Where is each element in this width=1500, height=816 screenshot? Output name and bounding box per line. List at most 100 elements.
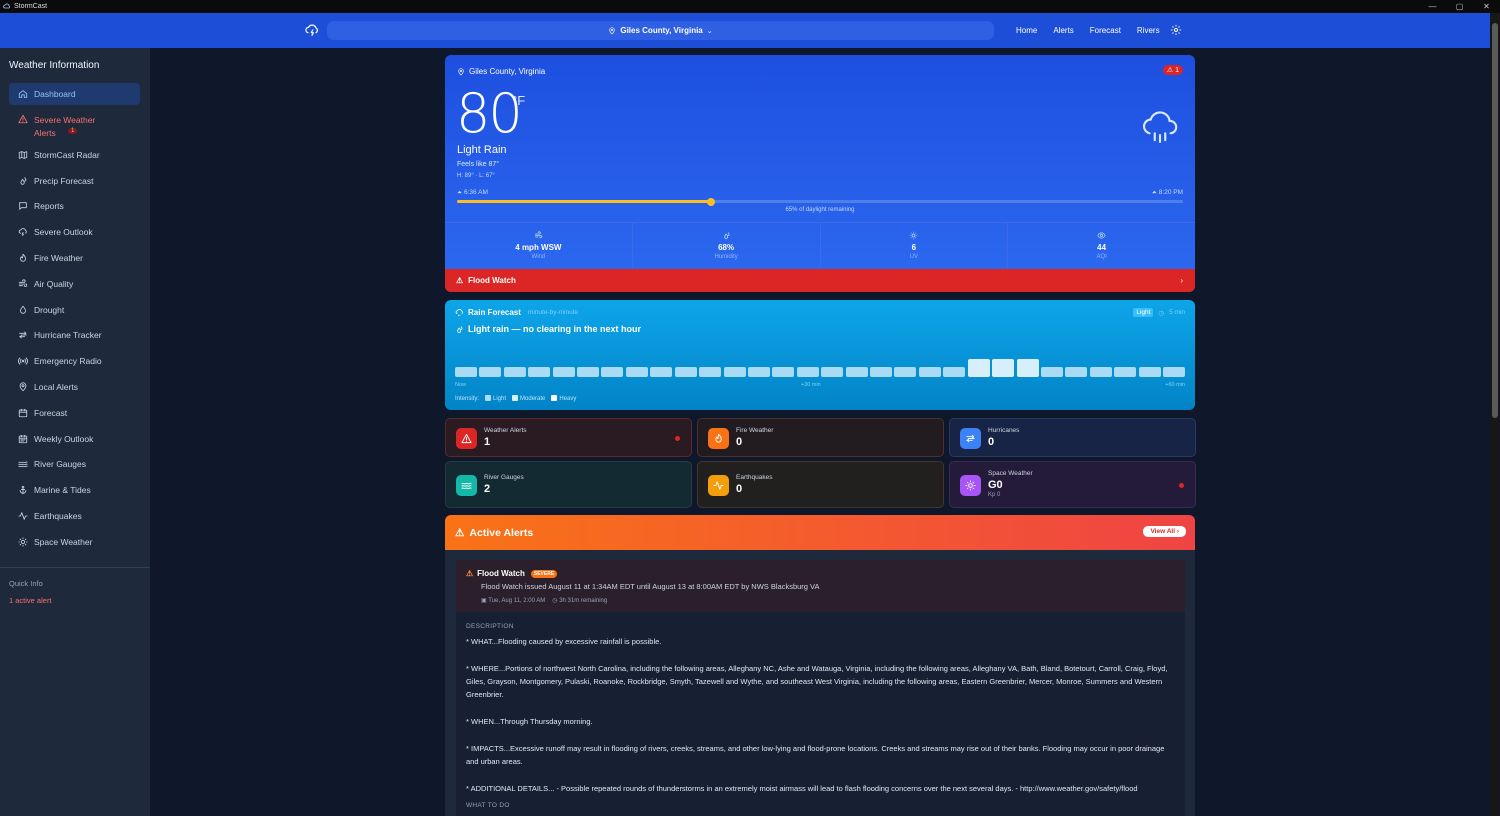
flame-icon: [20, 253, 26, 262]
main-content: Giles County, Virginia ⚠ 1 80 °F Light R…: [150, 48, 1490, 816]
sidebar-item-label: Weekly Outlook: [34, 433, 94, 444]
stat-humidity-label: Humidity: [714, 254, 738, 260]
sidebar-item-drought[interactable]: Drought: [9, 297, 140, 323]
rain-bar: [528, 367, 551, 377]
status-dot: [675, 435, 680, 441]
sidebar-item-label: River Gauges: [34, 459, 86, 470]
rain-bar: [1138, 367, 1161, 377]
vertical-scrollbar[interactable]: [1490, 13, 1500, 816]
sidebar-item-emergency-radio[interactable]: Emergency Radio: [9, 348, 140, 374]
sidebar-item-label: Fire Weather: [34, 253, 83, 264]
nav-home[interactable]: Home: [1008, 26, 1045, 35]
card-river-gauges[interactable]: River Gauges 2: [445, 461, 692, 508]
scrollbar-thumb[interactable]: [1492, 23, 1498, 418]
warning-icon: ⚠: [456, 276, 464, 285]
legend-moderate: Moderate: [512, 395, 545, 402]
nav-alerts[interactable]: Alerts: [1045, 26, 1081, 35]
daylight-progress: [457, 197, 1183, 206]
desc-impacts: * IMPACTS...Excessive runoff may result …: [466, 743, 1165, 766]
sidebar-item-air-quality[interactable]: Air Quality: [9, 271, 140, 297]
calendar-week-icon: [18, 434, 28, 443]
card-title: Weather Alerts: [484, 427, 527, 434]
app-logo-icon: [3, 3, 11, 8]
rain-bar: [870, 367, 893, 377]
flood-watch-alert[interactable]: ⚠ Flood Watch SEVERE Flood Watch issued …: [456, 560, 1185, 816]
sidebar-item-reports[interactable]: Reports: [9, 194, 140, 220]
sunset-icon: ⏶: [1151, 189, 1159, 196]
hurricane-icon: [966, 434, 975, 443]
alert-count: 1: [1175, 66, 1179, 74]
sidebar-item-weekly-outlook[interactable]: Weekly Outlook: [9, 426, 140, 452]
stat-wind-label: Wind: [531, 254, 546, 260]
sidebar-item-space-weather[interactable]: Space Weather: [9, 529, 140, 555]
desc-when: * WHEN...Through Thursday morning.: [466, 717, 593, 727]
sidebar-item-fire-weather[interactable]: Fire Weather: [9, 245, 140, 271]
sidebar: Weather Information Dashboard Severe Weat…: [0, 48, 150, 816]
sidebar-item-earthquakes[interactable]: Earthquakes: [9, 503, 140, 529]
rain-bar: [1065, 367, 1088, 377]
nav-rivers[interactable]: Rivers: [1129, 26, 1168, 35]
minimize-button[interactable]: —: [1419, 2, 1446, 11]
severity-badge: SEVERE: [530, 569, 558, 578]
rain-headline-text: Light rain — no clearing in the next hou…: [468, 324, 642, 334]
location-selector[interactable]: Giles County, Virginia ⌄: [327, 21, 994, 40]
card-weather-alerts[interactable]: Weather Alerts 1: [445, 418, 692, 457]
card-hurricanes[interactable]: Hurricanes 0: [949, 418, 1196, 457]
top-navigation: Giles County, Virginia ⌄ Home Alerts For…: [0, 13, 1490, 48]
card-value: G0: [988, 479, 1003, 491]
view-all-button[interactable]: View All ›: [1143, 526, 1186, 537]
quick-info-title: Quick Info: [9, 579, 43, 588]
rain-bar: [699, 367, 722, 377]
stat-uv-value: 6: [911, 243, 917, 252]
card-space-weather[interactable]: Space Weather G0 Kp 0: [949, 461, 1196, 508]
warning-icon: ⚠: [1166, 67, 1174, 74]
rain-headline: Light rain — no clearing in the next hou…: [455, 324, 641, 334]
sidebar-item-local-alerts[interactable]: Local Alerts: [9, 374, 140, 400]
sidebar-item-marine-and-tides[interactable]: Marine & Tides: [9, 477, 140, 503]
rain-bar: [1016, 359, 1039, 377]
cloud-lightning-icon[interactable]: [304, 22, 320, 38]
status-dot: [1179, 482, 1184, 488]
home-icon: [18, 90, 28, 98]
rain-forecast-header: Rain Forecast minute-by-minute: [455, 308, 578, 317]
rain-bar: [747, 367, 770, 377]
rain-bar: [625, 367, 648, 377]
sidebar-item-severe-weather-alerts[interactable]: Severe Weather Alerts 1: [9, 108, 140, 142]
sidebar-item-severe-outlook[interactable]: Severe Outlook: [9, 219, 140, 245]
stat-wind-value: 4 mph WSW: [515, 243, 562, 252]
maximize-button[interactable]: ▢: [1446, 2, 1473, 11]
axis-now: Now: [455, 382, 467, 388]
flood-watch-banner[interactable]: ⚠ Flood Watch ›: [445, 269, 1195, 292]
axis-30: +30 min: [801, 382, 821, 388]
cloud-rain-icon: [455, 309, 463, 316]
gear-icon[interactable]: [1170, 24, 1182, 36]
sidebar-item-forecast[interactable]: Forecast: [9, 400, 140, 426]
sidebar-item-dashboard[interactable]: Dashboard: [9, 83, 140, 105]
card-icon-badge: [456, 428, 477, 449]
flame-icon: [715, 433, 722, 443]
card-title: Fire Weather: [736, 427, 774, 434]
rain-bar: [479, 367, 502, 377]
window-titlebar: StormCast — ▢ ✕: [0, 0, 1500, 13]
sidebar-item-river-gauges[interactable]: River Gauges: [9, 452, 140, 478]
card-earthquakes[interactable]: Earthquakes 0: [697, 461, 944, 508]
card-icon-badge: [708, 475, 729, 496]
warning-icon: [461, 433, 472, 444]
nav-forecast[interactable]: Forecast: [1082, 26, 1129, 35]
sidebar-item-precip-forecast[interactable]: Precip Forecast: [9, 168, 140, 194]
close-button[interactable]: ✕: [1473, 2, 1500, 11]
rain-bar: [943, 367, 966, 377]
quick-info-active-alert[interactable]: 1 active alert: [9, 596, 52, 605]
sun-position-marker: [707, 197, 716, 206]
stat-aqi-value: 44: [1097, 243, 1107, 252]
current-location: Giles County, Virginia: [469, 67, 546, 76]
calendar-icon: [18, 408, 28, 418]
card-fire-weather[interactable]: Fire Weather 0: [697, 418, 944, 457]
sidebar-item-hurricane-tracker[interactable]: Hurricane Tracker: [9, 323, 140, 349]
drop-icon: [20, 305, 26, 314]
alert-description: DESCRIPTION * WHAT...Flooding caused by …: [466, 620, 1178, 814]
card-value: 0: [736, 436, 743, 448]
sidebar-item-stormcast-radar[interactable]: StormCast Radar: [9, 142, 140, 168]
rain-bar: [894, 367, 917, 377]
alert-count-badge[interactable]: ⚠ 1: [1162, 65, 1183, 75]
